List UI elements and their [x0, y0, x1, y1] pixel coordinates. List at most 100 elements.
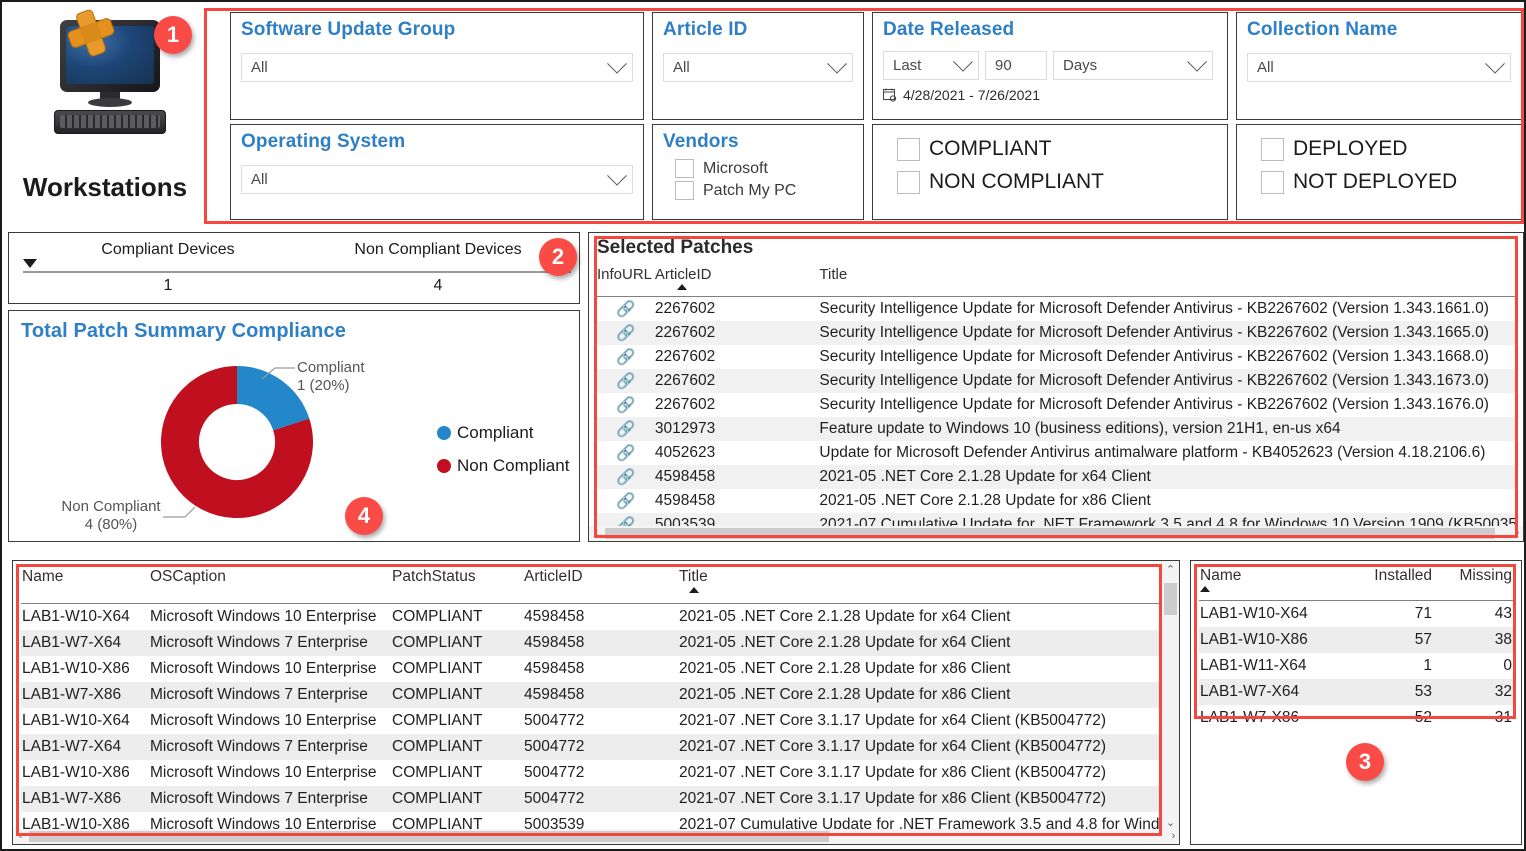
device-detail-table[interactable]: Name OSCaption PatchStatus ArticleID Tit…: [21, 565, 1161, 844]
dashboard-page: Workstations Software Update Group All A…: [0, 0, 1526, 851]
cell-infourl[interactable]: 🔗: [597, 465, 655, 489]
column-header-name[interactable]: Name: [1199, 565, 1347, 601]
vendor-checkbox-patch-my-pc[interactable]: Patch My PC: [675, 181, 853, 200]
cell-infourl[interactable]: 🔗: [597, 417, 655, 441]
date-mode-select[interactable]: Last: [883, 51, 979, 80]
vendor-checkbox-microsoft[interactable]: Microsoft: [675, 159, 853, 178]
column-header-name[interactable]: Name: [21, 565, 149, 604]
cell-infourl[interactable]: 🔗: [597, 345, 655, 369]
table-row[interactable]: LAB1-W7-X86 Microsoft Windows 7 Enterpris…: [21, 786, 1161, 812]
column-header-articleid[interactable]: ArticleID: [654, 263, 752, 297]
scroll-left-icon[interactable]: ‹: [13, 829, 28, 844]
table-row[interactable]: LAB1-W10-X64 Microsoft Windows 10 Enterpr…: [21, 708, 1161, 734]
vendor-label-microsoft: Microsoft: [703, 159, 768, 177]
chevron-down-icon: [1187, 51, 1207, 72]
cell-articleid: 5004772: [524, 712, 585, 729]
table-row[interactable]: LAB1-W7-X86 Microsoft Windows 7 Enterpris…: [21, 682, 1161, 708]
cell-installed: 1: [1423, 657, 1432, 674]
collapse-arrow-icon[interactable]: [23, 259, 37, 268]
cell-patchstatus: COMPLIANT: [391, 786, 523, 812]
scrollbar-thumb[interactable]: [1164, 583, 1177, 615]
cell-title: 2021-07 .NET Core 3.1.17 Update for x64 …: [669, 734, 1161, 760]
compliance-checkbox-compliant[interactable]: COMPLIANT: [897, 137, 1217, 161]
compliance-checkbox-non-compliant[interactable]: NON COMPLIANT: [897, 170, 1217, 194]
table-row[interactable]: LAB1-W7-X64 Microsoft Windows 7 Enterpris…: [21, 630, 1161, 656]
column-header-missing[interactable]: Missing: [1433, 565, 1513, 601]
cell-title: Security Intelligence Update for Microso…: [819, 300, 1489, 317]
filter-vendors: Vendors Microsoft Patch My PC: [652, 124, 864, 220]
table-row[interactable]: LAB1-W10-X86 Microsoft Windows 10 Enterpr…: [21, 656, 1161, 682]
scrollbar-thumb[interactable]: [29, 831, 829, 842]
software-update-group-select[interactable]: All: [241, 53, 633, 82]
column-header-oscaption[interactable]: OSCaption: [149, 565, 391, 604]
scroll-right-icon[interactable]: ›: [1166, 829, 1179, 844]
table-row[interactable]: 🔗 2267602 Security Intelligence Update for…: [597, 393, 1517, 417]
table-row[interactable]: LAB1-W7-X64 53 32: [1199, 679, 1513, 705]
cell-infourl[interactable]: 🔗: [597, 321, 655, 345]
device-summary-header-compliant: Compliant Devices: [101, 241, 235, 258]
table-row[interactable]: 🔗 4052623 Update for Microsoft Defender An…: [597, 441, 1517, 465]
table-row[interactable]: LAB1-W11-X64 1 0: [1199, 653, 1513, 679]
table-row[interactable]: 🔗 3012973 Feature update to Windows 10 (bu…: [597, 417, 1517, 441]
cell-patchstatus: COMPLIANT: [392, 712, 483, 729]
cell-infourl[interactable]: 🔗: [597, 369, 655, 393]
table-row[interactable]: 🔗 2267602 Security Intelligence Update for…: [597, 369, 1517, 393]
column-header-installed[interactable]: Installed: [1347, 565, 1433, 601]
table-row[interactable]: LAB1-W10-X64 71 43: [1199, 601, 1513, 628]
table-row[interactable]: 🔗 2267602 Security Intelligence Update for…: [597, 345, 1517, 369]
date-amount-input[interactable]: 90: [985, 51, 1047, 80]
device-counts-table[interactable]: Name Installed Missing LAB1-W10-X64 71 43 …: [1199, 565, 1513, 731]
table-row[interactable]: LAB1-W7-X86 52 31: [1199, 705, 1513, 731]
column-header-title[interactable]: Title: [751, 263, 1517, 297]
table-row[interactable]: 🔗 2267602 Security Intelligence Update for…: [597, 297, 1517, 322]
cell-installed: 53: [1347, 679, 1433, 705]
scrollbar-thumb[interactable]: [605, 528, 1495, 539]
cell-articleid: 4598458: [523, 630, 669, 656]
article-id-value: All: [673, 59, 690, 76]
article-id-select[interactable]: All: [663, 53, 853, 82]
deployment-checkbox-not-deployed[interactable]: NOT DEPLOYED: [1261, 170, 1511, 194]
device-summary-value-non-compliant: 4: [433, 277, 443, 294]
scroll-left-icon[interactable]: ‹: [589, 526, 604, 541]
table-row[interactable]: LAB1-W7-X64 Microsoft Windows 7 Enterpris…: [21, 734, 1161, 760]
cell-name: LAB1-W7-X64: [1199, 679, 1347, 705]
table-row[interactable]: 🔗 4598458 2021-05 .NET Core 2.1.28 Update …: [597, 489, 1517, 513]
column-header-patchstatus[interactable]: PatchStatus: [391, 565, 523, 604]
table-row[interactable]: 🔗 4598458 2021-05 .NET Core 2.1.28 Update …: [597, 465, 1517, 489]
legend-item-non-compliant[interactable]: Non Compliant: [437, 456, 569, 476]
column-header-title[interactable]: Title: [669, 565, 1161, 604]
table-row[interactable]: 🔗 2267602 Security Intelligence Update for…: [597, 321, 1517, 345]
chart-label-non-compliant: Non Compliant 4 (80%): [61, 498, 161, 533]
table-row[interactable]: LAB1-W10-X86 Microsoft Windows 10 Enterpr…: [21, 760, 1161, 786]
deployment-checkbox-deployed[interactable]: DEPLOYED: [1261, 137, 1511, 161]
cell-infourl[interactable]: 🔗: [597, 489, 655, 513]
horizontal-scrollbar[interactable]: ‹ ›: [13, 829, 1179, 844]
date-unit-select[interactable]: Days: [1053, 51, 1213, 80]
cell-missing: 32: [1433, 679, 1513, 705]
collection-name-select[interactable]: All: [1247, 53, 1511, 82]
cell-name: LAB1-W7-X86: [21, 682, 149, 708]
cell-infourl[interactable]: 🔗: [597, 297, 655, 322]
operating-system-select[interactable]: All: [241, 165, 633, 194]
scroll-right-icon[interactable]: ›: [1510, 526, 1523, 541]
deployment-label-not-deployed: NOT DEPLOYED: [1293, 170, 1458, 193]
cell-installed: 71: [1414, 605, 1432, 622]
cell-articleid: 5004772: [524, 764, 585, 781]
selected-patches-body: 🔗 2267602 Security Intelligence Update for…: [597, 297, 1517, 537]
table-row[interactable]: LAB1-W10-X86 57 38: [1199, 627, 1513, 653]
column-header-articleid[interactable]: ArticleID: [523, 565, 669, 604]
cell-name: LAB1-W7-X86: [1200, 709, 1300, 726]
column-header-infourl[interactable]: InfoURL: [597, 263, 655, 297]
cell-infourl[interactable]: 🔗: [597, 393, 655, 417]
selected-patches-table[interactable]: InfoURL ArticleID Title 🔗 2267602 Security…: [597, 263, 1517, 537]
scroll-up-icon[interactable]: ⌃: [1162, 561, 1179, 578]
filter-label-vendors: Vendors: [663, 131, 739, 152]
legend-item-compliant[interactable]: Compliant: [437, 423, 569, 443]
vertical-scrollbar[interactable]: ⌃ ⌄: [1161, 561, 1179, 831]
horizontal-scrollbar[interactable]: ‹ ›: [589, 526, 1523, 541]
cell-articleid: 4598458: [524, 660, 585, 677]
table-row[interactable]: LAB1-W10-X64 Microsoft Windows 10 Enterpr…: [21, 604, 1161, 631]
date-range-text: 4/28/2021 - 7/26/2021: [903, 87, 1041, 103]
selected-patches-title: Selected Patches: [597, 237, 754, 258]
cell-infourl[interactable]: 🔗: [597, 441, 655, 465]
